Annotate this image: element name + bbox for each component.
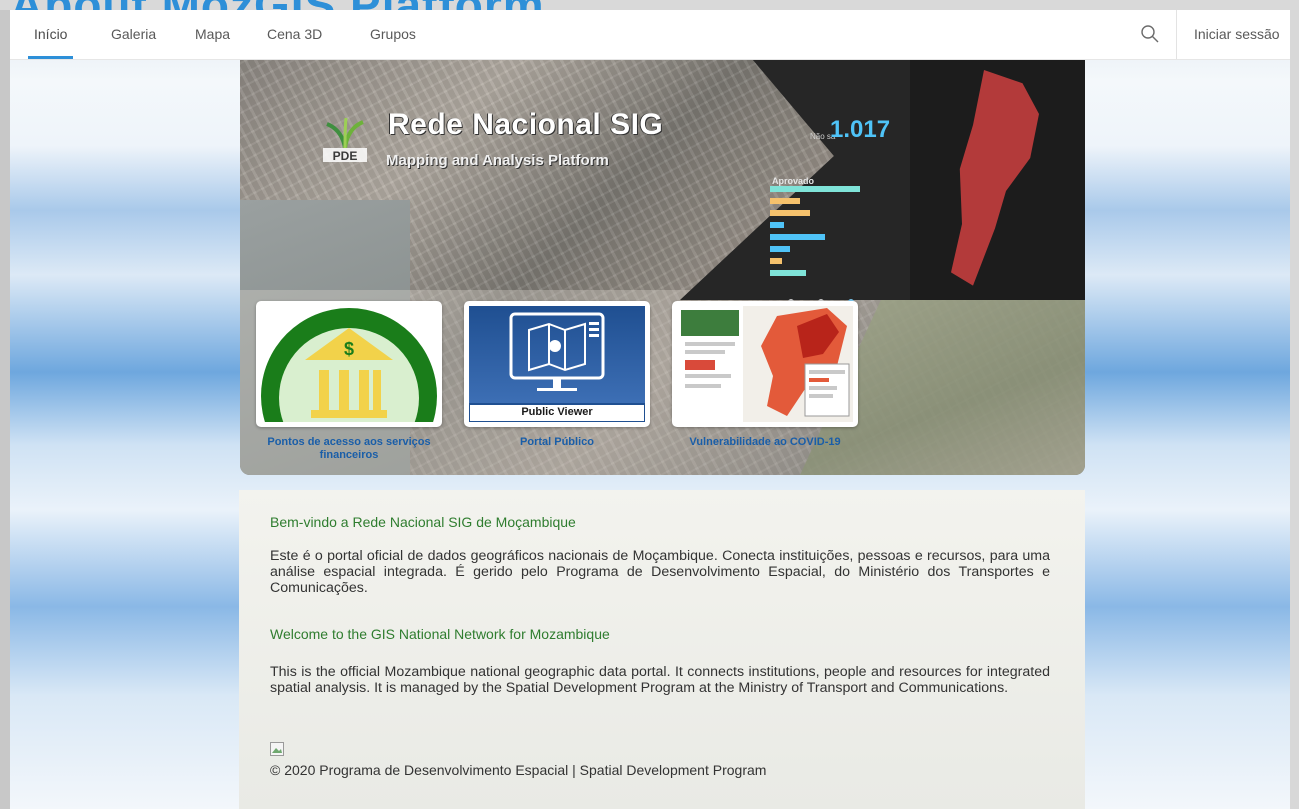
nav-item-galeria[interactable]: Galeria: [105, 10, 162, 59]
dashboard-chart-heading: Aprovado: [772, 176, 815, 186]
dashboard-map: [910, 60, 1085, 300]
dashboard-bar: [770, 234, 825, 240]
dashboard-bar: [770, 222, 784, 228]
dashboard-bar: [770, 186, 860, 192]
dashboard-bar: [770, 258, 782, 264]
page-title: About MozGIS Platform: [10, 0, 545, 10]
pde-logo-text: PDE: [333, 149, 358, 163]
hero-subtitle: Mapping and Analysis Platform: [386, 152, 609, 169]
card-covid-vulnerability[interactable]: [672, 301, 858, 427]
card-public-portal[interactable]: Public Viewer: [464, 301, 650, 427]
welcome-body-en: This is the official Mozambique national…: [270, 664, 1050, 696]
dashboard-bar: [770, 198, 800, 204]
map-monitor-icon: Public Viewer: [469, 306, 645, 422]
dashboard-bar-chart: [770, 186, 910, 286]
nav-item-grupos[interactable]: Grupos: [364, 10, 422, 59]
card-label-covid-vulnerability[interactable]: Vulnerabilidade ao COVID-19: [672, 436, 858, 449]
hero-title: Rede Nacional SIG: [388, 108, 664, 141]
search-icon[interactable]: [1140, 24, 1160, 44]
mozambique-shape: [951, 70, 1039, 286]
svg-text:$: $: [344, 339, 354, 359]
dashboard-bar: [770, 210, 810, 216]
welcome-body-pt: Este é o portal oficial de dados geográf…: [270, 548, 1050, 596]
broken-image-icon: [270, 742, 284, 756]
hero-banner: Não sa 1.017 Aprovado PDE Rede Nacional …: [240, 60, 1085, 475]
top-nav: Início Galeria Mapa Cena 3D Grupos Inici…: [10, 10, 1290, 60]
left-edge: [0, 0, 10, 809]
welcome-heading-en: Welcome to the GIS National Network for …: [270, 626, 610, 642]
dashboard-bar: [770, 246, 790, 252]
card-label-public-portal[interactable]: Portal Público: [464, 436, 650, 449]
nav-divider: [1176, 10, 1177, 59]
public-viewer-caption: Public Viewer: [521, 406, 593, 418]
nav-item-mapa[interactable]: Mapa: [189, 10, 236, 59]
bank-icon: $: [261, 306, 437, 422]
dashboard-counter: 1.017: [830, 116, 891, 143]
welcome-panel: Bem-vindo a Rede Nacional SIG de Moçambi…: [239, 490, 1085, 809]
card-label-financial-services[interactable]: Pontos de acesso aos serviços financeiro…: [256, 436, 442, 462]
welcome-heading-pt: Bem-vindo a Rede Nacional SIG de Moçambi…: [270, 514, 576, 530]
signin-link[interactable]: Iniciar sessão: [1188, 10, 1286, 59]
covid-map-icon: [677, 306, 853, 422]
dashboard-bar: [770, 270, 806, 276]
nav-item-cena-3d[interactable]: Cena 3D: [261, 10, 328, 59]
nav-item-inicio[interactable]: Início: [28, 10, 74, 59]
copyright-text: © 2020 Programa de Desenvolvimento Espac…: [270, 762, 767, 778]
right-edge: [1290, 0, 1299, 809]
pde-logo: PDE: [315, 108, 375, 168]
card-financial-services[interactable]: $: [256, 301, 442, 427]
